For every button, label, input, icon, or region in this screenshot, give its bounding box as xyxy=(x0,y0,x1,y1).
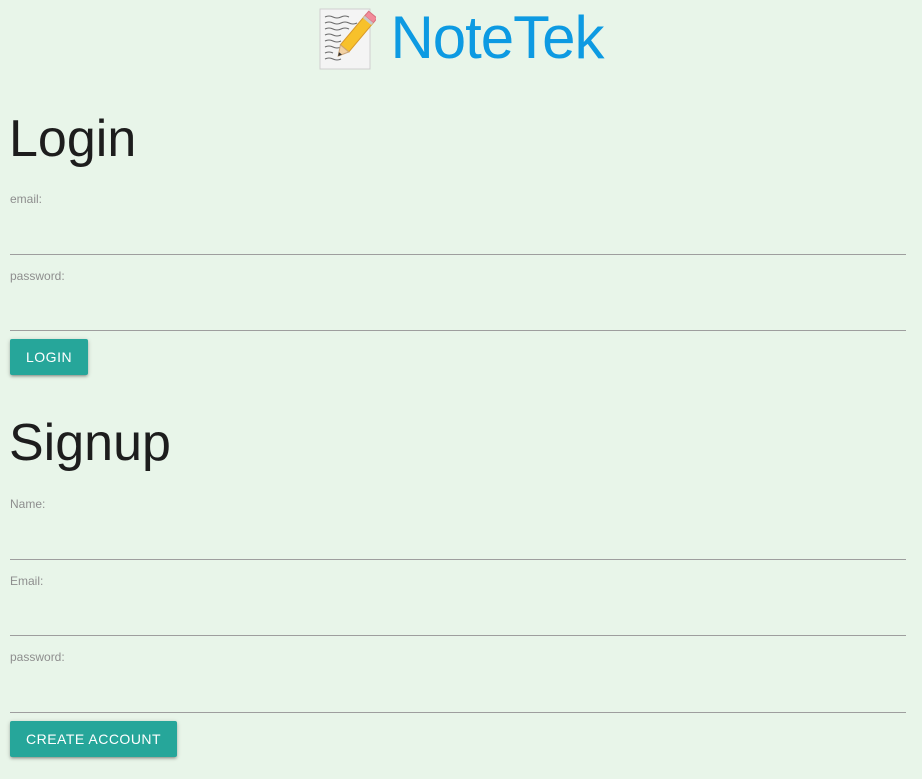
memo-icon xyxy=(318,6,379,70)
login-button[interactable]: LOGIN xyxy=(10,339,89,375)
app-title: NoteTek xyxy=(390,4,604,71)
signup-password-input[interactable] xyxy=(10,681,906,713)
signup-password-label: password: xyxy=(10,650,65,664)
signup-name-input[interactable] xyxy=(10,528,906,560)
login-email-input[interactable] xyxy=(10,223,906,255)
signup-email-input[interactable] xyxy=(10,604,906,636)
signup-email-label: Email: xyxy=(10,574,44,588)
create-account-button[interactable]: CREATE ACCOUNT xyxy=(10,721,178,757)
signup-heading: Signup xyxy=(9,414,171,472)
signup-name-label: Name: xyxy=(10,497,46,511)
login-email-label: email: xyxy=(10,192,43,206)
app-header: NoteTek xyxy=(0,0,922,76)
login-heading: Login xyxy=(9,110,137,168)
login-password-label: password: xyxy=(10,269,65,283)
login-password-input[interactable] xyxy=(10,299,906,331)
